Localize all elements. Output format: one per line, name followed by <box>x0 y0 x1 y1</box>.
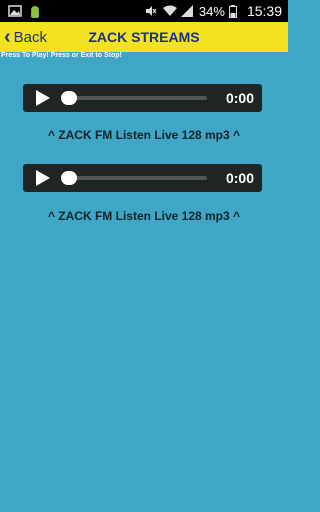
instruction-text: Press To Play! Press or Exit to Stop! <box>1 52 122 59</box>
app-bar: ‹ Back ZACK STREAMS <box>0 22 288 52</box>
seek-bar[interactable] <box>61 171 207 185</box>
seek-handle[interactable] <box>61 171 77 185</box>
mute-icon <box>145 5 159 17</box>
clock: 15:39 <box>246 3 282 19</box>
play-button[interactable] <box>33 168 53 188</box>
battery-icon <box>228 5 243 18</box>
audio-player-1: 0:00 <box>23 84 262 112</box>
seek-bar[interactable] <box>61 91 207 105</box>
stream-caption: ^ ZACK FM Listen Live 128 mp3 ^ <box>47 209 241 223</box>
status-bar: 34% 15:39 <box>0 0 288 22</box>
chevron-left-icon: ‹ <box>4 26 11 48</box>
play-button[interactable] <box>33 88 53 108</box>
android-icon <box>28 5 42 18</box>
stream-caption: ^ ZACK FM Listen Live 128 mp3 ^ <box>47 128 241 142</box>
audio-player-2: 0:00 <box>23 164 262 192</box>
seek-handle[interactable] <box>61 91 77 105</box>
wifi-icon <box>162 5 177 17</box>
time-display: 0:00 <box>225 90 254 106</box>
back-label: Back <box>13 28 48 46</box>
gallery-icon <box>8 5 22 17</box>
time-display: 0:00 <box>225 170 254 186</box>
play-icon <box>36 90 50 106</box>
signal-icon <box>180 5 195 17</box>
play-icon <box>36 170 50 186</box>
battery-percent: 34% <box>198 3 225 19</box>
back-button[interactable]: ‹ Back <box>0 27 47 47</box>
